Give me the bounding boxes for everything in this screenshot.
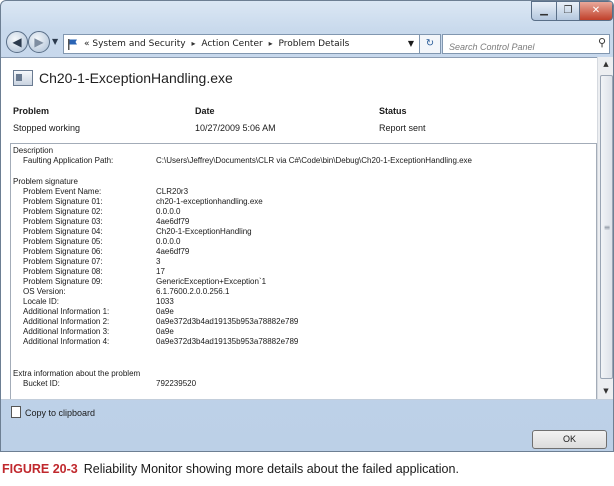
ok-button[interactable]: OK [532, 430, 607, 449]
signature-label: Additional Information 1: [23, 307, 110, 316]
bucket-label: Bucket ID: [23, 379, 60, 388]
signature-value: 1033 [156, 297, 174, 306]
signature-label: Problem Signature 03: [23, 217, 103, 226]
faulting-path-label: Faulting Application Path: [23, 156, 114, 165]
footer-bar: Copy to clipboard OK [1, 399, 613, 451]
figure-caption: FIGURE 20-3 Reliability Monitor showing m… [2, 462, 459, 476]
refresh-button[interactable]: ↻ [419, 34, 441, 54]
signature-label: Problem Signature 07: [23, 257, 103, 266]
details-panel: Description Faulting Application Path: C… [10, 143, 597, 400]
address-dropdown-icon[interactable]: ▼ [408, 35, 414, 53]
application-title: Ch20-1-ExceptionHandling.exe [39, 70, 233, 86]
signature-label: Locale ID: [23, 297, 60, 306]
scrollbar-thumb[interactable]: ≡ [600, 75, 613, 379]
problem-value: Stopped working [13, 123, 81, 133]
search-box[interactable]: ⚲ [442, 34, 610, 55]
bucket-value: 792239520 [156, 379, 197, 388]
breadcrumb: « System and Security ▸ Action Center ▸ … [84, 35, 349, 53]
copy-to-clipboard-link[interactable]: Copy to clipboard [11, 406, 95, 418]
forward-button[interactable]: ▶ [28, 31, 50, 53]
flag-icon [68, 39, 77, 50]
signature-value: Ch20-1-ExceptionHandling [156, 227, 252, 236]
signature-value: ch20-1-exceptionhandling.exe [156, 197, 263, 206]
search-icon[interactable]: ⚲ [598, 36, 606, 49]
scroll-up-arrow-icon[interactable]: ▲ [598, 57, 613, 72]
signature-value: 0a9e [156, 307, 174, 316]
signature-value: 0.0.0.0 [156, 207, 181, 216]
back-button[interactable]: ◀ [6, 31, 28, 53]
signature-label: Problem Signature 02: [23, 207, 103, 216]
signature-value: 0a9e [156, 327, 174, 336]
signature-value: 0a9e372d3b4ad19135b953a78882e789 [156, 317, 299, 326]
signature-value: 0a9e372d3b4ad19135b953a78882e789 [156, 337, 299, 346]
address-overflow-icon[interactable]: « [84, 39, 90, 49]
signature-value: 4ae6df79 [156, 247, 190, 256]
problem-header: Problem [13, 106, 50, 116]
breadcrumb-problem-details[interactable]: Problem Details [278, 39, 349, 49]
signature-value: 0.0.0.0 [156, 237, 181, 246]
breadcrumb-system-and-security[interactable]: System and Security [92, 39, 185, 49]
minimize-button[interactable]: ▁ [531, 1, 557, 21]
signature-value: 3 [156, 257, 161, 266]
signature-label: OS Version: [23, 287, 66, 296]
signature-label: Problem Signature 01: [23, 197, 103, 206]
application-icon [13, 70, 33, 86]
signature-value: 17 [156, 267, 165, 276]
breadcrumb-separator-icon[interactable]: ▸ [269, 39, 273, 48]
signature-value: 4ae6df79 [156, 217, 190, 226]
figure-label: FIGURE 20-3 [2, 462, 78, 476]
faulting-path-value: C:\Users\Jeffrey\Documents\CLR via C#\Co… [156, 156, 473, 165]
signature-value: 6.1.7600.2.0.0.256.1 [156, 287, 230, 296]
signature-value: CLR20r3 [156, 187, 189, 196]
signature-label: Problem Event Name: [23, 187, 102, 196]
signature-value: GenericException+Exception`1 [156, 277, 267, 286]
signature-label: Additional Information 3: [23, 327, 110, 336]
details-content: Ch20-1-ExceptionHandling.exe Problem Dat… [1, 57, 597, 400]
signature-label: Additional Information 4: [23, 337, 110, 346]
date-header: Date [195, 106, 215, 116]
breadcrumb-action-center[interactable]: Action Center [201, 39, 262, 49]
address-bar[interactable]: « System and Security ▸ Action Center ▸ … [63, 34, 420, 54]
signature-label: Problem Signature 05: [23, 237, 103, 246]
signature-label: Problem Signature 06: [23, 247, 103, 256]
breadcrumb-separator-icon[interactable]: ▸ [191, 39, 195, 48]
description-heading: Description [13, 146, 54, 155]
search-input[interactable] [449, 39, 589, 55]
recent-pages-dropdown[interactable]: ▼ [52, 37, 58, 46]
scroll-down-arrow-icon[interactable]: ▼ [598, 384, 613, 399]
maximize-button[interactable]: ❐ [556, 1, 580, 21]
figure-caption-text: Reliability Monitor showing more details… [83, 462, 459, 476]
clipboard-icon [11, 406, 21, 418]
signature-label: Problem Signature 09: [23, 277, 103, 286]
signature-label: Additional Information 2: [23, 317, 110, 326]
status-value: Report sent [379, 123, 426, 133]
close-button[interactable]: ✕ [579, 1, 613, 21]
signature-heading: Problem signature [13, 177, 78, 186]
extra-info-heading: Extra information about the problem [13, 369, 141, 378]
signature-label: Problem Signature 04: [23, 227, 103, 236]
problem-details-window: ▁ ❐ ✕ ◀ ▶ ▼ « System and Security ▸ Acti… [0, 0, 614, 452]
date-value: 10/27/2009 5:06 AM [195, 123, 276, 133]
grip-icon: ≡ [603, 223, 611, 232]
signature-label: Problem Signature 08: [23, 267, 103, 276]
status-header: Status [379, 106, 407, 116]
copy-to-clipboard-label[interactable]: Copy to clipboard [25, 408, 95, 418]
vertical-scrollbar[interactable]: ▲ ≡ ▼ [597, 57, 613, 399]
